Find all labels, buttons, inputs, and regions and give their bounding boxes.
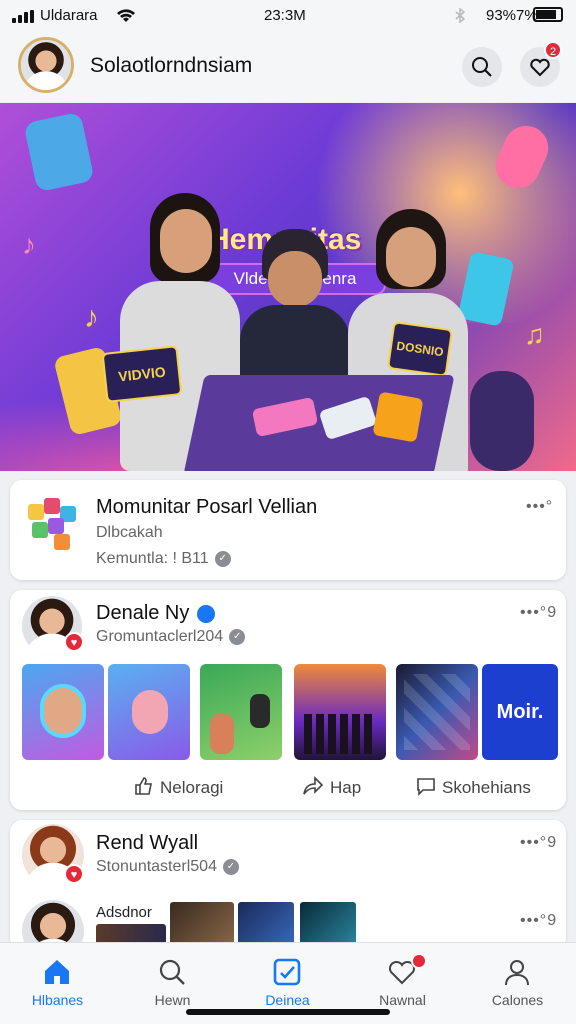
nav-home[interactable]: Hlbanes xyxy=(0,943,115,1024)
share-button[interactable]: Hap xyxy=(302,776,361,798)
music-note-icon: ♪ xyxy=(84,301,99,334)
battery-icon xyxy=(533,7,563,22)
nav-activity-badge xyxy=(411,953,427,969)
card-subtitle: Dlbcakah xyxy=(96,524,163,541)
battery-percent: 93%7% xyxy=(486,7,538,24)
nav-profile[interactable]: Calones xyxy=(460,943,575,1024)
comment-label: Skohehians xyxy=(442,778,531,797)
hero-banner[interactable]: ♪ ♫ ♪ Hemunitas Vlderuniaitsenra VIDVIO … xyxy=(0,103,576,471)
home-indicator xyxy=(186,1009,390,1015)
bluetooth-icon xyxy=(455,8,466,23)
media-thumb-1[interactable] xyxy=(22,664,104,760)
verified-icon: ✓ xyxy=(214,550,231,567)
nav-home-label: Hlbanes xyxy=(31,992,84,1008)
post-author: Denale Ny xyxy=(96,602,216,625)
notification-badge: 2 xyxy=(544,41,562,59)
like-button[interactable]: Neloragi xyxy=(134,776,223,798)
compose-icon xyxy=(273,958,301,986)
search-button[interactable] xyxy=(462,47,502,87)
sticker-right: DOSNIO xyxy=(386,321,454,377)
nav-create-label: Deinea xyxy=(265,992,310,1008)
post-card: ♥ Denale Ny Gromuntaclerl204 ✓ •••°9 Moir… xyxy=(10,590,566,810)
avatar-heart-icon: ♥ xyxy=(64,632,84,652)
post-handle: Gromuntaclerl204 ✓ xyxy=(96,628,246,646)
home-icon xyxy=(45,960,69,984)
comment-button[interactable]: Skohehians xyxy=(416,776,531,798)
signal-icon xyxy=(12,10,34,23)
nav-activity-label: Nawnal xyxy=(379,992,426,1008)
search-icon xyxy=(159,959,185,985)
more-options-button[interactable]: •••° xyxy=(526,498,553,516)
verified-icon: ✓ xyxy=(229,628,246,645)
share-icon xyxy=(303,776,324,795)
search-icon xyxy=(472,57,492,77)
sticker-left: VIDVIO xyxy=(101,345,183,403)
media-caption: Adsdnor xyxy=(96,904,152,921)
person-icon xyxy=(505,960,529,986)
community-card[interactable]: Momunitar Posarl Vellian Dlbcakah Kemunt… xyxy=(10,480,566,580)
avatar-heart-icon: ♥ xyxy=(64,864,84,884)
cube-logo-icon xyxy=(24,494,80,550)
app-header: Solaotlorndnsiam 2 xyxy=(0,32,576,102)
carrier-label: Uldarara xyxy=(40,7,98,24)
nav-search-label: Hewn xyxy=(154,992,191,1008)
post-author-name: Denale Ny xyxy=(96,602,190,624)
media-thumb-6[interactable]: Moir. xyxy=(482,664,558,760)
post-card-2: ♥ Rend Wyall Stonuntasterl504 ✓ •••°9 Ads… xyxy=(10,820,566,962)
media-thumb-4[interactable] xyxy=(294,664,386,760)
header-username: Solaotlorndnsiam xyxy=(90,54,253,77)
music-note3-icon: ♪ xyxy=(22,229,36,260)
media-thumb-5[interactable] xyxy=(396,664,478,760)
more-options-button[interactable]: •••°9 xyxy=(520,604,557,622)
wifi-icon xyxy=(117,9,135,22)
verified-blue-icon xyxy=(197,604,216,623)
like-label: Neloragi xyxy=(160,778,224,797)
more-options-button-2[interactable]: •••°9 xyxy=(520,912,557,930)
notifications-button[interactable]: 2 xyxy=(520,41,562,87)
status-bar: Uldarara 23:3M 93%7% xyxy=(0,0,576,32)
bag-sticker-icon xyxy=(23,111,95,193)
microphone-icon xyxy=(470,371,534,471)
share-label: Hap xyxy=(330,778,362,797)
heart-icon xyxy=(530,58,550,77)
nav-profile-label: Calones xyxy=(491,992,544,1008)
post2-handle: Stonuntasterl504 ✓ xyxy=(96,858,239,876)
post2-handle-text: Stonuntasterl504 xyxy=(96,858,217,875)
more-options-button[interactable]: •••°9 xyxy=(520,834,557,852)
profile-avatar[interactable] xyxy=(18,37,74,93)
media-thumb-3[interactable] xyxy=(200,664,282,760)
media-thumb-2[interactable] xyxy=(108,664,190,760)
card-meta-text: Kemuntla: ! B11 xyxy=(96,550,209,567)
card-meta: Kemuntla: ! B11 ✓ xyxy=(96,550,231,568)
post2-author: Rend Wyall xyxy=(96,832,199,854)
verified-icon: ✓ xyxy=(222,858,239,875)
post-handle-text: Gromuntaclerl204 xyxy=(96,628,224,645)
box-icon xyxy=(372,391,424,443)
card-title: Momunitar Posarl Vellian xyxy=(96,496,318,518)
music-note2-icon: ♫ xyxy=(524,319,545,350)
comment-icon xyxy=(417,778,435,796)
thumbs-up-icon xyxy=(135,777,152,795)
clock: 23:3M xyxy=(264,7,306,24)
